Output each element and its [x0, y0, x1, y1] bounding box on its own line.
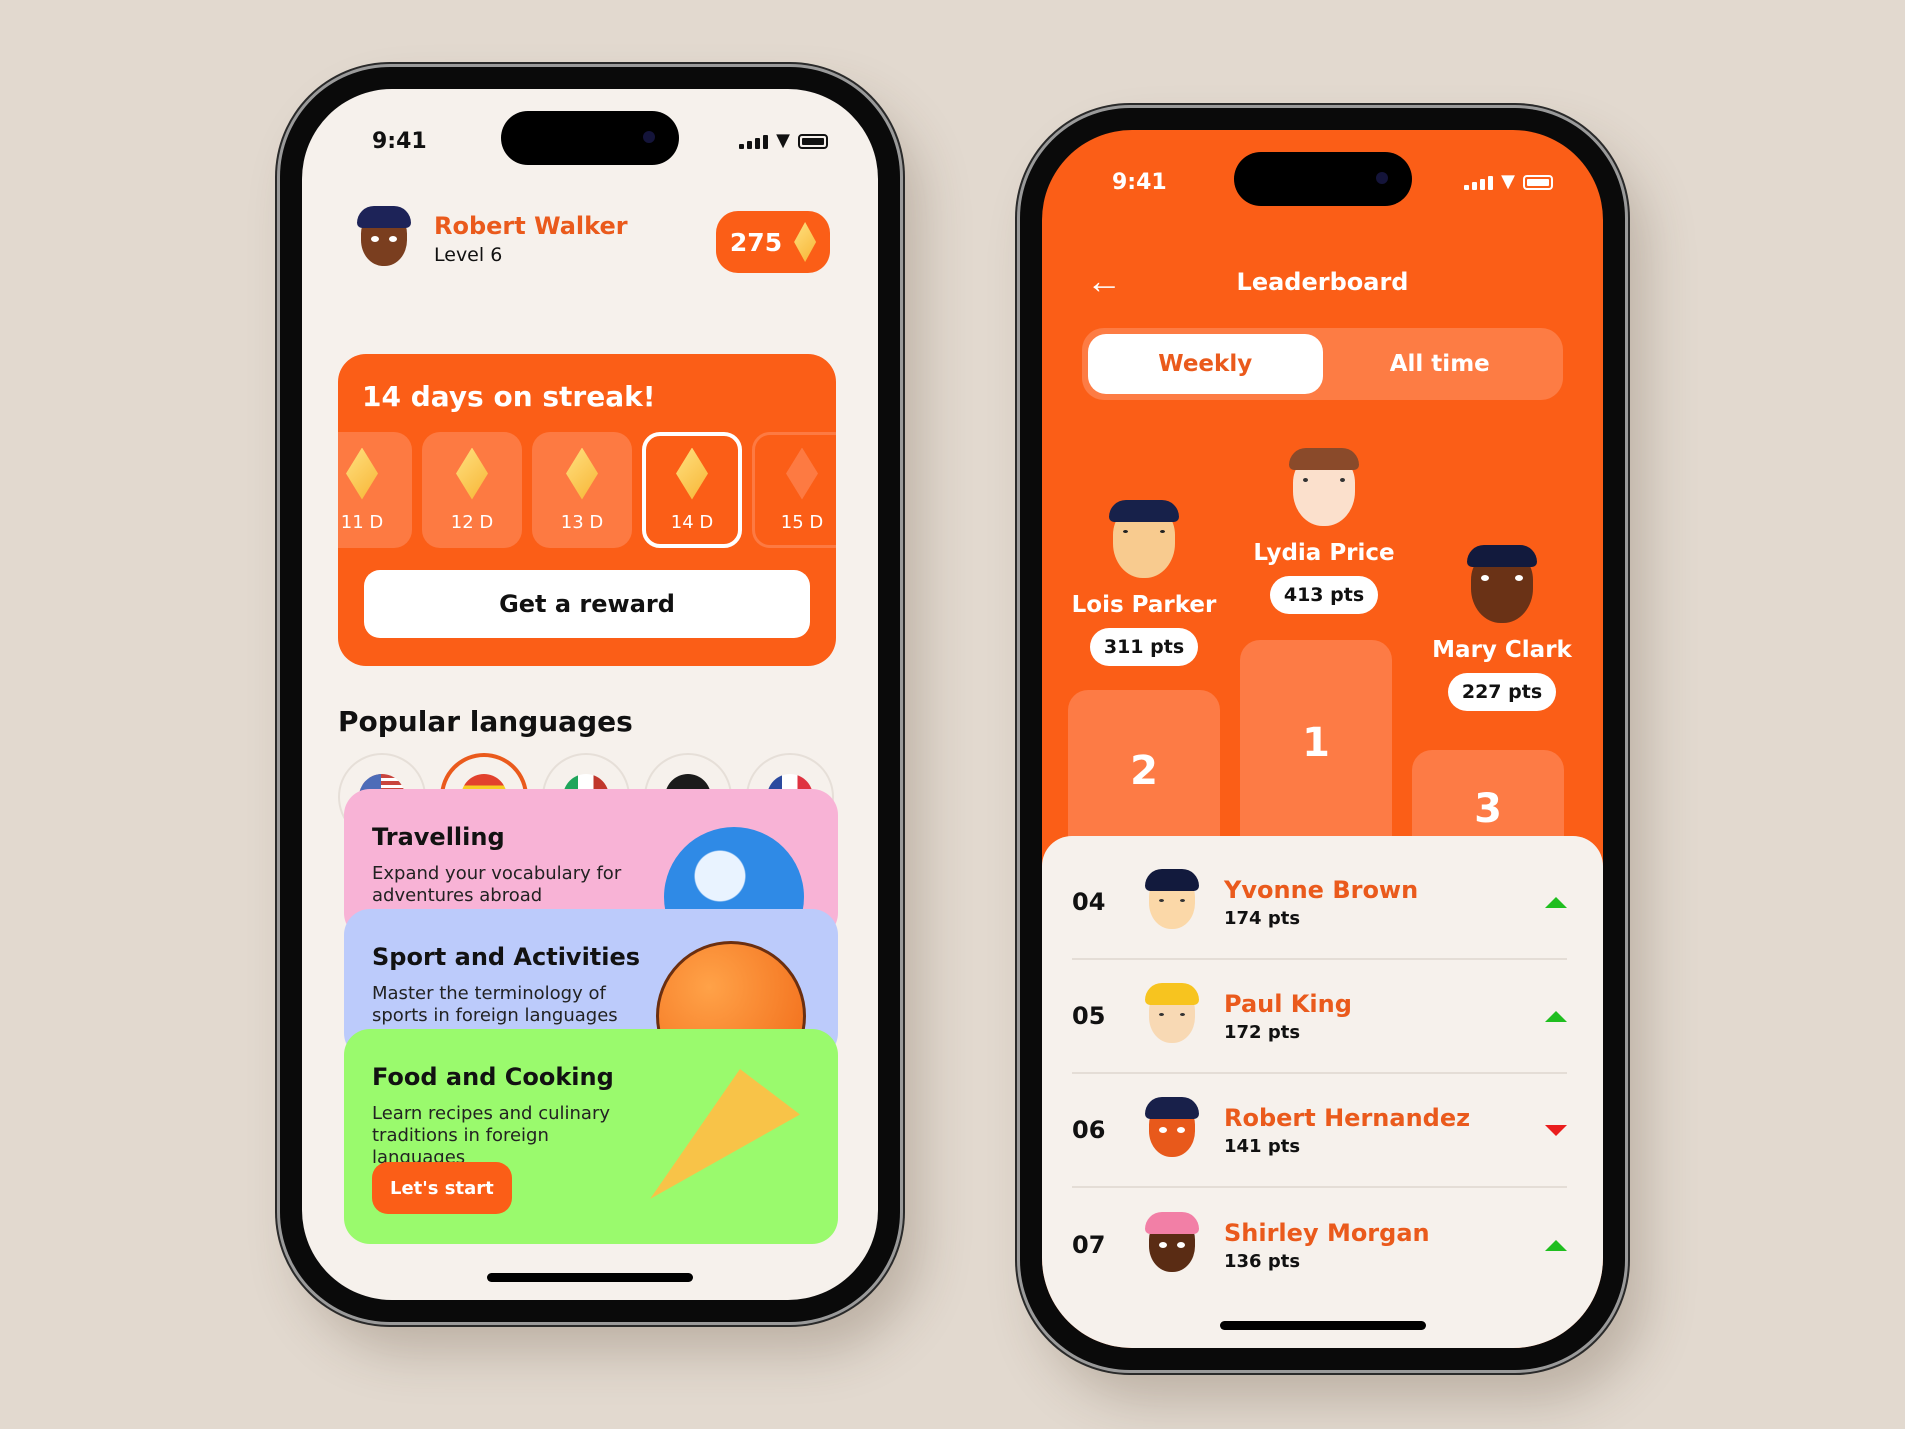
player-points: 174 pts: [1224, 907, 1301, 929]
player-name: Yvonne Brown: [1224, 875, 1419, 904]
rank: 04: [1072, 888, 1106, 916]
tab-weekly[interactable]: Weekly: [1088, 334, 1323, 394]
dynamic-island: [501, 111, 679, 165]
popular-languages-title: Popular languages: [338, 705, 633, 738]
home-indicator: [487, 1273, 693, 1282]
streak-title: 14 days on streak!: [362, 380, 656, 413]
signal-icon: [739, 135, 769, 149]
streak-day: 11 D: [338, 432, 412, 548]
avatar: [1140, 869, 1204, 934]
player-points: 172 pts: [1224, 1021, 1301, 1043]
status-time: 9:41: [1112, 170, 1167, 195]
list-item[interactable]: 04 Yvonne Brown 174 pts: [1072, 846, 1567, 960]
user-name: Robert Walker: [434, 212, 628, 240]
gem-icon: [566, 447, 598, 500]
topic-desc: Expand your vocabulary for adventures ab…: [372, 863, 622, 906]
player-name: Robert Hernandez: [1224, 1103, 1471, 1132]
winner-name: Mary Clark: [1432, 637, 1572, 663]
winner-name: Lois Parker: [1071, 592, 1217, 618]
rank: 06: [1072, 1116, 1106, 1144]
signal-icon: [1464, 176, 1494, 190]
gems-counter[interactable]: 275: [716, 211, 830, 273]
get-reward-button[interactable]: Get a reward: [364, 570, 810, 638]
page-title: Leaderboard: [1236, 268, 1409, 296]
gem-icon: [786, 447, 818, 500]
streak-day: 13 D: [532, 432, 632, 548]
lets-start-button[interactable]: Let's start: [372, 1162, 512, 1214]
winner-points: 413 pts: [1269, 576, 1379, 614]
battery-icon: [798, 134, 828, 149]
player-points: 136 pts: [1224, 1250, 1301, 1272]
avatar: [1282, 448, 1366, 532]
wifi-icon: ▼: [1501, 171, 1515, 192]
rank: 05: [1072, 1002, 1106, 1030]
topic-title: Travelling: [372, 823, 505, 851]
topic-card-food[interactable]: Food and Cooking Learn recipes and culin…: [344, 1029, 838, 1244]
topic-desc: Master the terminology of sports in fore…: [372, 983, 618, 1026]
streak-day: 12 D: [422, 432, 522, 548]
leaderboard-screen: 9:41 ▼ ← Leaderboard Weekly All time Loi…: [1042, 130, 1603, 1348]
dynamic-island: [1233, 152, 1412, 206]
streak-day-current: 14 D: [642, 432, 742, 548]
wifi-icon: ▼: [776, 130, 790, 151]
avatar: [1140, 983, 1204, 1048]
gem-icon: [676, 447, 708, 500]
user-avatar: [352, 206, 416, 271]
streak-day-future: 15 D: [752, 432, 836, 548]
ranking-list: 04 Yvonne Brown 174 pts 05 Paul King 172 p…: [1042, 836, 1603, 1348]
trend-up-icon: [1545, 896, 1567, 908]
tab-all-time[interactable]: All time: [1323, 334, 1558, 394]
user-level: Level 6: [434, 244, 503, 266]
topic-title: Food and Cooking: [372, 1063, 614, 1091]
gem-icon: [456, 447, 488, 500]
list-item[interactable]: 06 Robert Hernandez 141 pts: [1072, 1074, 1567, 1188]
winner-points: 311 pts: [1089, 628, 1199, 666]
trend-up-icon: [1545, 1010, 1567, 1022]
user-profile[interactable]: Robert Walker Level 6: [352, 206, 628, 271]
rank: 07: [1072, 1231, 1106, 1259]
streak-days[interactable]: 11 D 12 D 13 D 14 D 15 D: [338, 432, 836, 548]
gem-icon: [346, 447, 378, 500]
gem-icon: [794, 222, 817, 262]
player-points: 141 pts: [1224, 1135, 1301, 1157]
trend-down-icon: [1545, 1124, 1567, 1136]
avatar: [1102, 500, 1186, 584]
winner-name: Lydia Price: [1253, 540, 1395, 566]
list-item[interactable]: 05 Paul King 172 pts: [1072, 960, 1567, 1074]
pizza-icon: [650, 1069, 800, 1199]
winner-points: 227 pts: [1447, 673, 1557, 711]
avatar: [1140, 1212, 1204, 1277]
podium-winner-2: Lois Parker 311 pts: [1054, 500, 1234, 666]
player-name: Shirley Morgan: [1224, 1218, 1430, 1247]
trend-up-icon: [1545, 1239, 1567, 1251]
podium-winner-1: Lydia Price 413 pts: [1234, 448, 1414, 614]
list-item[interactable]: 07 Shirley Morgan 136 pts: [1072, 1188, 1567, 1302]
podium-winner-3: Mary Clark 227 pts: [1412, 545, 1592, 711]
player-name: Paul King: [1224, 989, 1352, 1018]
home-indicator: [1219, 1321, 1426, 1330]
streak-card: 14 days on streak! 11 D 12 D 13 D 14 D 1…: [338, 354, 836, 666]
period-tabs: Weekly All time: [1082, 328, 1563, 400]
topic-title: Sport and Activities: [372, 943, 641, 971]
status-time: 9:41: [372, 129, 427, 154]
avatar: [1460, 545, 1544, 629]
topic-desc: Learn recipes and culinary traditions in…: [372, 1103, 610, 1168]
avatar: [1140, 1097, 1204, 1162]
battery-icon: [1523, 175, 1553, 190]
leaderboard-phone: 9:41 ▼ ← Leaderboard Weekly All time Loi…: [1020, 108, 1625, 1370]
home-screen: 9:41 ▼ Robert Walker Level 6 275 14 days…: [302, 89, 878, 1300]
gems-count: 275: [729, 227, 783, 257]
home-phone: 9:41 ▼ Robert Walker Level 6 275 14 days…: [280, 67, 900, 1322]
